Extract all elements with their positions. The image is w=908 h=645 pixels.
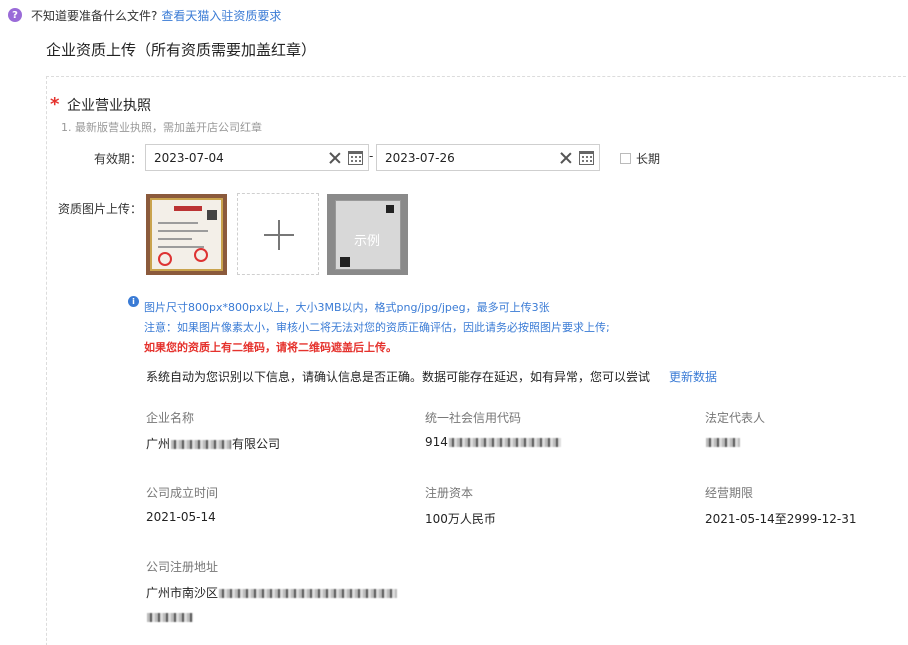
- long-term-option[interactable]: 长期: [620, 150, 660, 167]
- company-name-label: 企业名称: [146, 411, 195, 425]
- license-title: 企业营业执照: [67, 98, 151, 114]
- business-term-label: 经营期限: [705, 486, 754, 500]
- address-value-line2: [146, 610, 194, 624]
- sample-image[interactable]: 示例: [327, 194, 408, 275]
- business-term-value: 2021-05-14至2999-12-31: [705, 512, 857, 526]
- pixel-warning-tip: 注意：如果图片像素太小，审核小二将无法对您的资质正确评估，因此请务必按照图片要求…: [144, 321, 610, 334]
- requirements-link[interactable]: 查看天猫入驻资质要求: [161, 7, 281, 24]
- credit-code-value: 914: [425, 435, 562, 449]
- validity-label: 有效期：: [93, 152, 142, 166]
- required-star-icon: *: [50, 94, 60, 115]
- image-size-tip: 图片尺寸800px*800px以上，大小3MB以内，格式png/jpg/jpeg…: [144, 301, 550, 314]
- end-date-value: 2023-07-26: [385, 150, 455, 165]
- founded-date-label: 公司成立时间: [146, 486, 219, 500]
- address-label: 公司注册地址: [146, 560, 219, 574]
- section-title: 企业资质上传（所有资质需要加盖红章）: [46, 41, 317, 59]
- credit-code-label: 统一社会信用代码: [425, 411, 522, 425]
- legal-rep-value: [705, 435, 741, 449]
- uploaded-license-image[interactable]: [146, 194, 227, 275]
- legal-rep-label: 法定代表人: [705, 411, 766, 425]
- address-value-line1: 广州市南沙区: [146, 584, 398, 601]
- license-desc: 1. 最新版营业执照，需加盖开店公司红章: [61, 121, 262, 134]
- start-date-input[interactable]: 2023-07-04: [145, 144, 369, 171]
- capital-value: 100万人民币: [425, 512, 496, 526]
- question-icon: ?: [8, 8, 22, 22]
- refresh-data-link[interactable]: 更新数据: [669, 368, 717, 385]
- capital-label: 注册资本: [425, 486, 474, 500]
- calendar-icon[interactable]: [579, 150, 594, 165]
- long-term-label: 长期: [636, 152, 661, 166]
- qr-code-warning: 如果您的资质上有二维码，请将二维码遮盖后上传。: [144, 341, 397, 354]
- hint-text: 不知道要准备什么文件?: [31, 8, 158, 23]
- start-date-value: 2023-07-04: [154, 150, 224, 165]
- calendar-icon[interactable]: [348, 150, 363, 165]
- long-term-checkbox[interactable]: [620, 153, 631, 164]
- upload-label: 资质图片上传：: [57, 202, 142, 216]
- hint-bar: ? 不知道要准备什么文件? 查看天猫入驻资质要求: [8, 6, 281, 24]
- sample-tag: 示例: [354, 234, 381, 249]
- company-name-value: 广州 有限公司: [146, 437, 281, 451]
- auto-recognize-notice: 系统自动为您识别以下信息，请确认信息是否正确。数据可能存在延迟，如有异常，您可以…: [146, 370, 651, 384]
- info-icon: i: [128, 296, 139, 307]
- add-image-button[interactable]: [237, 193, 319, 275]
- founded-date-value: 2021-05-14: [146, 510, 216, 524]
- clear-icon[interactable]: [328, 151, 342, 165]
- date-range-separator: -: [369, 149, 374, 163]
- end-date-input[interactable]: 2023-07-26: [376, 144, 600, 171]
- clear-icon[interactable]: [559, 151, 573, 165]
